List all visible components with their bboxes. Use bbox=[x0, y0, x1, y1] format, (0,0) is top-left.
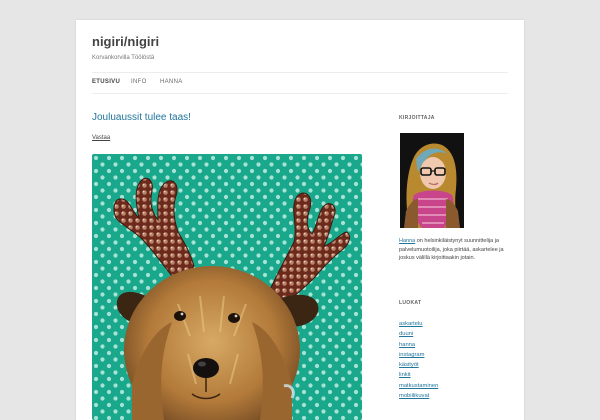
list-item: matkustaminen bbox=[399, 381, 438, 391]
category-list: askartelu duuni hanna instagram käsityöt… bbox=[399, 319, 438, 401]
post-title[interactable]: Jouluaussit tulee taas! bbox=[92, 112, 191, 123]
list-item: instagram bbox=[399, 350, 438, 360]
author-avatar bbox=[400, 133, 464, 228]
list-item: duuni bbox=[399, 329, 438, 339]
list-item: askartelu bbox=[399, 319, 438, 329]
dog-photo-image bbox=[92, 154, 362, 420]
category-link-mobiilikuvat[interactable]: mobiilikuvat bbox=[399, 393, 429, 399]
category-link-hanna[interactable]: hanna bbox=[399, 342, 415, 348]
category-link-askartelu[interactable]: askartelu bbox=[399, 321, 423, 327]
bio-author-link[interactable]: Hanna bbox=[399, 238, 415, 244]
sidebar-heading-categories: LUOKAT bbox=[399, 300, 422, 306]
page-container: nigiri/nigiri Korvankorvilla Töölöstä ET… bbox=[76, 20, 524, 420]
nav-item-info[interactable]: INFO bbox=[131, 79, 147, 85]
list-item: linkit bbox=[399, 370, 438, 380]
reply-link[interactable]: Vastaa bbox=[92, 135, 110, 141]
site-description: Korvankorvilla Töölöstä bbox=[92, 55, 155, 61]
category-link-linkit[interactable]: linkit bbox=[399, 372, 411, 378]
author-portrait-image bbox=[400, 133, 464, 228]
bio-text: on helsinkiläistynyt suunnittelija ja pa… bbox=[399, 238, 504, 261]
author-bio: Hanna on helsinkiläistynyt suunnittelija… bbox=[399, 237, 511, 263]
nav-item-hanna[interactable]: HANNA bbox=[160, 79, 183, 85]
site-title[interactable]: nigiri/nigiri bbox=[92, 34, 159, 49]
category-link-kasityot[interactable]: käsityöt bbox=[399, 362, 419, 368]
post-image[interactable] bbox=[92, 154, 362, 420]
list-item: hanna bbox=[399, 340, 438, 350]
list-item: käsityöt bbox=[399, 360, 438, 370]
main-navigation: ETUSIVU INFO HANNA bbox=[92, 72, 508, 94]
category-link-duuni[interactable]: duuni bbox=[399, 331, 413, 337]
category-link-matkustaminen[interactable]: matkustaminen bbox=[399, 383, 438, 389]
sidebar-heading-author: KIRJOITTAJA bbox=[399, 115, 435, 121]
nav-item-etusivu[interactable]: ETUSIVU bbox=[92, 79, 120, 85]
category-link-instagram[interactable]: instagram bbox=[399, 352, 424, 358]
